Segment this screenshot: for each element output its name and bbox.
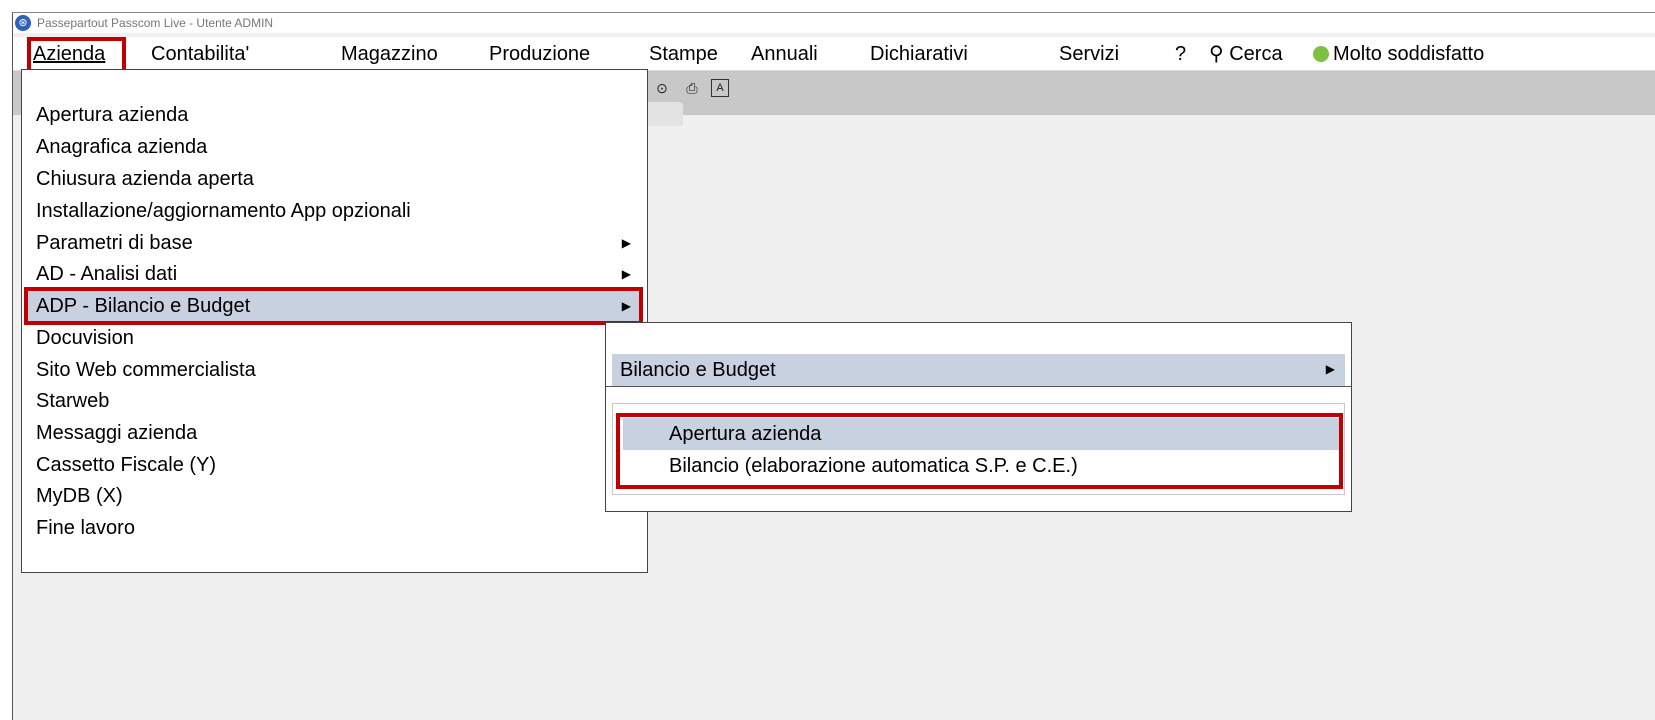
smiley-icon	[1313, 46, 1329, 62]
chevron-right-icon: ▶	[621, 267, 631, 281]
submenu-bilancio-budget[interactable]: Bilancio e Budget ▶	[612, 354, 1345, 386]
app-window: ⊛ Passepartout Passcom Live - Utente ADM…	[12, 12, 1655, 720]
menu-item-anagrafica-azienda[interactable]: Anagrafica azienda	[28, 132, 641, 162]
adp-highlight-box	[24, 287, 643, 325]
menu-item-messaggi-azienda[interactable]: Messaggi azienda	[28, 418, 641, 448]
monitor-icon[interactable]: ⎙	[683, 79, 701, 97]
chevron-right-icon: ▶	[1325, 362, 1335, 376]
menu-item-docuvision[interactable]: Docuvision	[28, 323, 641, 353]
search-icon: ⚲	[1209, 43, 1224, 65]
menu-item-cassetto-fiscale[interactable]: Cassetto Fiscale (Y)	[28, 450, 641, 480]
menu-item-label: Parametri di base	[36, 232, 193, 254]
menu-item-parametri-base[interactable]: Parametri di base ▶	[28, 228, 641, 258]
feedback-menu[interactable]: Molto soddisfatto	[1313, 41, 1484, 67]
menu-item-mydb[interactable]: MyDB (X)	[28, 481, 641, 511]
menu-magazzino[interactable]: Magazzino	[341, 41, 438, 67]
menu-item-fine-lavoro[interactable]: Fine lavoro	[28, 513, 641, 543]
menu-item-analisi-dati[interactable]: AD - Analisi dati ▶	[28, 259, 641, 289]
submenu-highlight-box	[616, 413, 1343, 489]
menu-annuali[interactable]: Annuali	[751, 41, 818, 67]
menu-item-starweb[interactable]: Starweb	[28, 386, 641, 416]
submenu-divider	[606, 386, 1351, 387]
feedback-label: Molto soddisfatto	[1333, 43, 1485, 65]
chevron-right-icon: ▶	[621, 236, 631, 250]
menu-item-sito-web[interactable]: Sito Web commercialista	[28, 355, 641, 385]
title-bar: ⊛ Passepartout Passcom Live - Utente ADM…	[13, 13, 1655, 33]
menu-item-apertura-azienda[interactable]: Apertura azienda	[28, 100, 641, 130]
menu-contabilita[interactable]: Contabilita'	[151, 41, 249, 67]
adp-submenu: Bilancio e Budget ▶ Apertura azienda Bila…	[605, 322, 1352, 512]
azienda-highlight-box	[27, 37, 126, 73]
app-icon: ⊛	[15, 15, 31, 31]
radio-icon[interactable]: ⊙	[653, 79, 671, 97]
search-menu[interactable]: ⚲ Cerca	[1209, 41, 1283, 67]
menu-help[interactable]: ?	[1175, 41, 1186, 67]
menu-bar: Azienda Contabilita' Magazzino Produzion…	[13, 37, 1655, 73]
menu-item-installazione-app[interactable]: Installazione/aggiornamento App opzional…	[28, 196, 641, 226]
menu-produzione[interactable]: Produzione	[489, 41, 590, 67]
menu-stampe[interactable]: Stampe	[649, 41, 718, 67]
search-label: Cerca	[1229, 43, 1283, 65]
menu-servizi[interactable]: Servizi	[1059, 41, 1119, 67]
menu-dichiarativi[interactable]: Dichiarativi	[870, 41, 968, 67]
menu-item-chiusura-azienda[interactable]: Chiusura azienda aperta	[28, 164, 641, 194]
azienda-dropdown: Apertura azienda Anagrafica azienda Chiu…	[21, 69, 648, 573]
font-icon[interactable]: A	[711, 79, 729, 97]
submenu-header-label: Bilancio e Budget	[620, 359, 776, 381]
window-title: Passepartout Passcom Live - Utente ADMIN	[37, 16, 274, 30]
menu-item-label: AD - Analisi dati	[36, 263, 178, 285]
